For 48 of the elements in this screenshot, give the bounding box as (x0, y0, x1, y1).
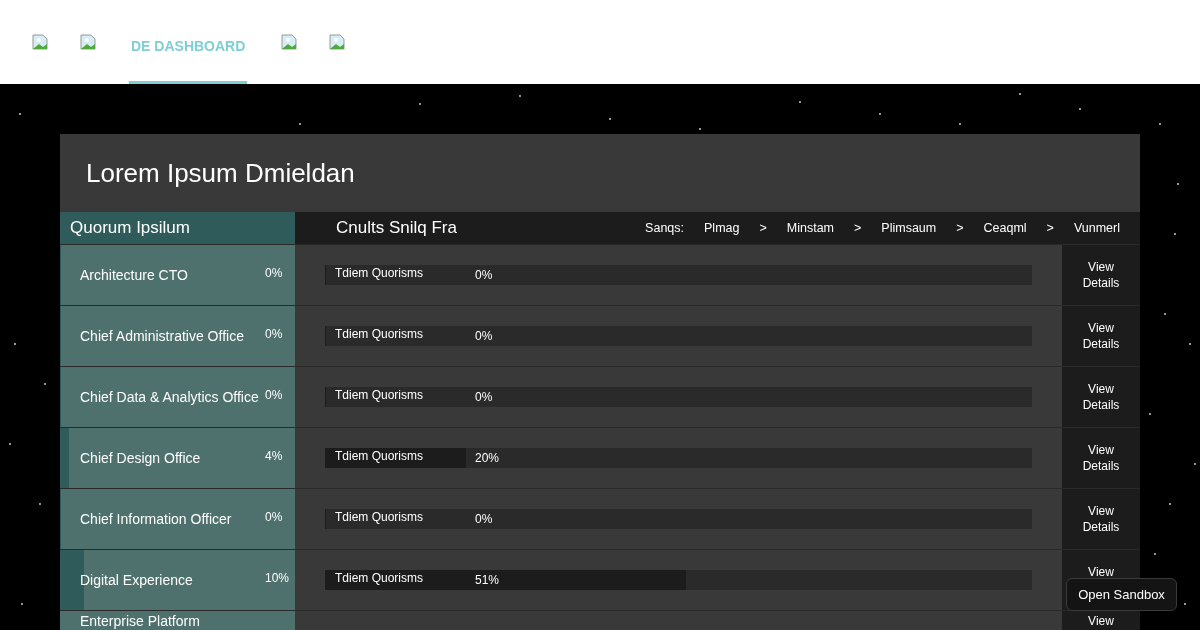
progress-reading: 20% (475, 450, 500, 466)
group-percent: 0% (265, 510, 284, 524)
group-name: Enterprise Platform (80, 614, 201, 629)
progress-reading: 0% (475, 389, 493, 405)
group-name: Chief Design Office (80, 450, 202, 466)
progress-label: Tdiem Quorisms (335, 509, 423, 525)
broken-image-icon (329, 34, 346, 50)
view-details-link[interactable]: View (1076, 564, 1126, 580)
group-name: Digital Experience (80, 572, 194, 588)
progress-reading: 51% (475, 572, 500, 588)
breadcrumb-label: Sanqs: (645, 221, 685, 235)
breadcrumb-separator: > (956, 221, 964, 235)
open-sandbox-button[interactable]: Open Sandbox (1066, 578, 1177, 611)
progress-reading: 0% (475, 267, 493, 283)
group-name: Chief Data & Analytics Office (80, 389, 260, 405)
column-heading: Quorum Ipsilum (60, 212, 295, 244)
breadcrumb-link[interactable]: Plmag (704, 221, 740, 235)
group-percent: 0% (265, 266, 284, 280)
breadcrumb-link[interactable]: Plimsaum (881, 221, 937, 235)
breadcrumb-link[interactable]: Minstam (786, 221, 834, 235)
progress-label: Tdiem Quorisms (335, 326, 423, 342)
nav-link[interactable] (281, 34, 298, 50)
broken-image-icon (32, 34, 48, 50)
progress-reading: 0% (475, 511, 493, 527)
group-percent: 4% (265, 449, 284, 463)
progress-reading: 0% (475, 328, 493, 344)
nav-link[interactable] (329, 34, 346, 50)
group-percent: 10% (265, 571, 289, 585)
group-name: Chief Administrative Office (80, 328, 245, 344)
broken-image-icon (281, 34, 298, 50)
breadcrumb-separator: > (854, 221, 862, 235)
column-heading: Cnults Snilq Fra (336, 218, 458, 238)
panel-title: Lorem Ipsum Dmieldan (85, 156, 356, 190)
nav-link[interactable] (80, 34, 96, 50)
group-percent: 0% (265, 388, 284, 402)
progress-label: Tdiem Quorisms (335, 387, 423, 403)
progress-label: Tdiem Quorisms (335, 570, 423, 586)
breadcrumb-separator: > (759, 221, 767, 235)
breadcrumb-separator: > (1046, 221, 1054, 235)
progress-label: Tdiem Quorisms (335, 265, 423, 281)
group-name: Chief Information Officer (80, 511, 233, 527)
progress-label: Tdiem Quorisms (335, 448, 423, 464)
group-percent: 0% (265, 327, 284, 341)
breadcrumb-link[interactable]: Ceaqml (983, 221, 1027, 235)
breadcrumb-link[interactable]: Vunmerl (1073, 221, 1120, 235)
broken-image-icon (80, 34, 96, 50)
group-name: Architecture CTO (80, 267, 189, 283)
nav-link[interactable] (32, 34, 48, 50)
